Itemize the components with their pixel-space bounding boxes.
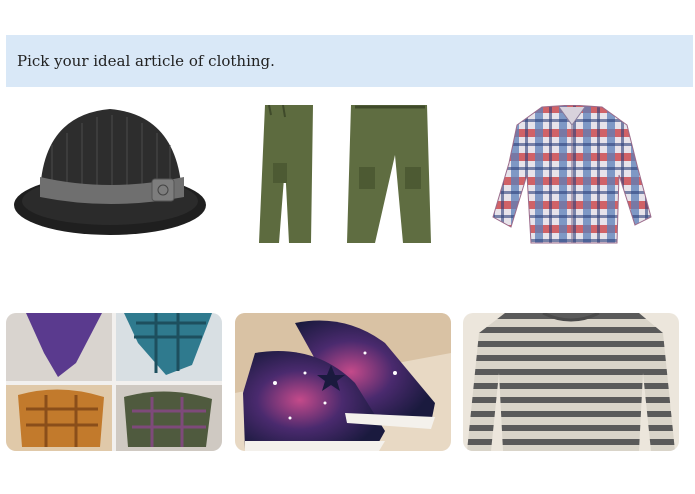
- cargo-pants-image: [259, 105, 431, 243]
- scarves-collage-image: [6, 313, 222, 451]
- plaid-shirt-image: [492, 105, 652, 244]
- option-sweater[interactable]: [463, 313, 679, 451]
- option-scarves[interactable]: [6, 313, 222, 451]
- option-hat[interactable]: [12, 105, 208, 245]
- fedora-hat-image: [14, 109, 206, 235]
- striped-sweater-image: [463, 313, 679, 451]
- option-sneakers[interactable]: [235, 313, 451, 451]
- option-pants[interactable]: [255, 105, 435, 245]
- galaxy-sneakers-image: [235, 313, 451, 451]
- question-text: Pick your ideal article of clothing.: [17, 52, 275, 70]
- question-banner: Pick your ideal article of clothing.: [6, 35, 693, 87]
- option-shirt[interactable]: [487, 105, 657, 245]
